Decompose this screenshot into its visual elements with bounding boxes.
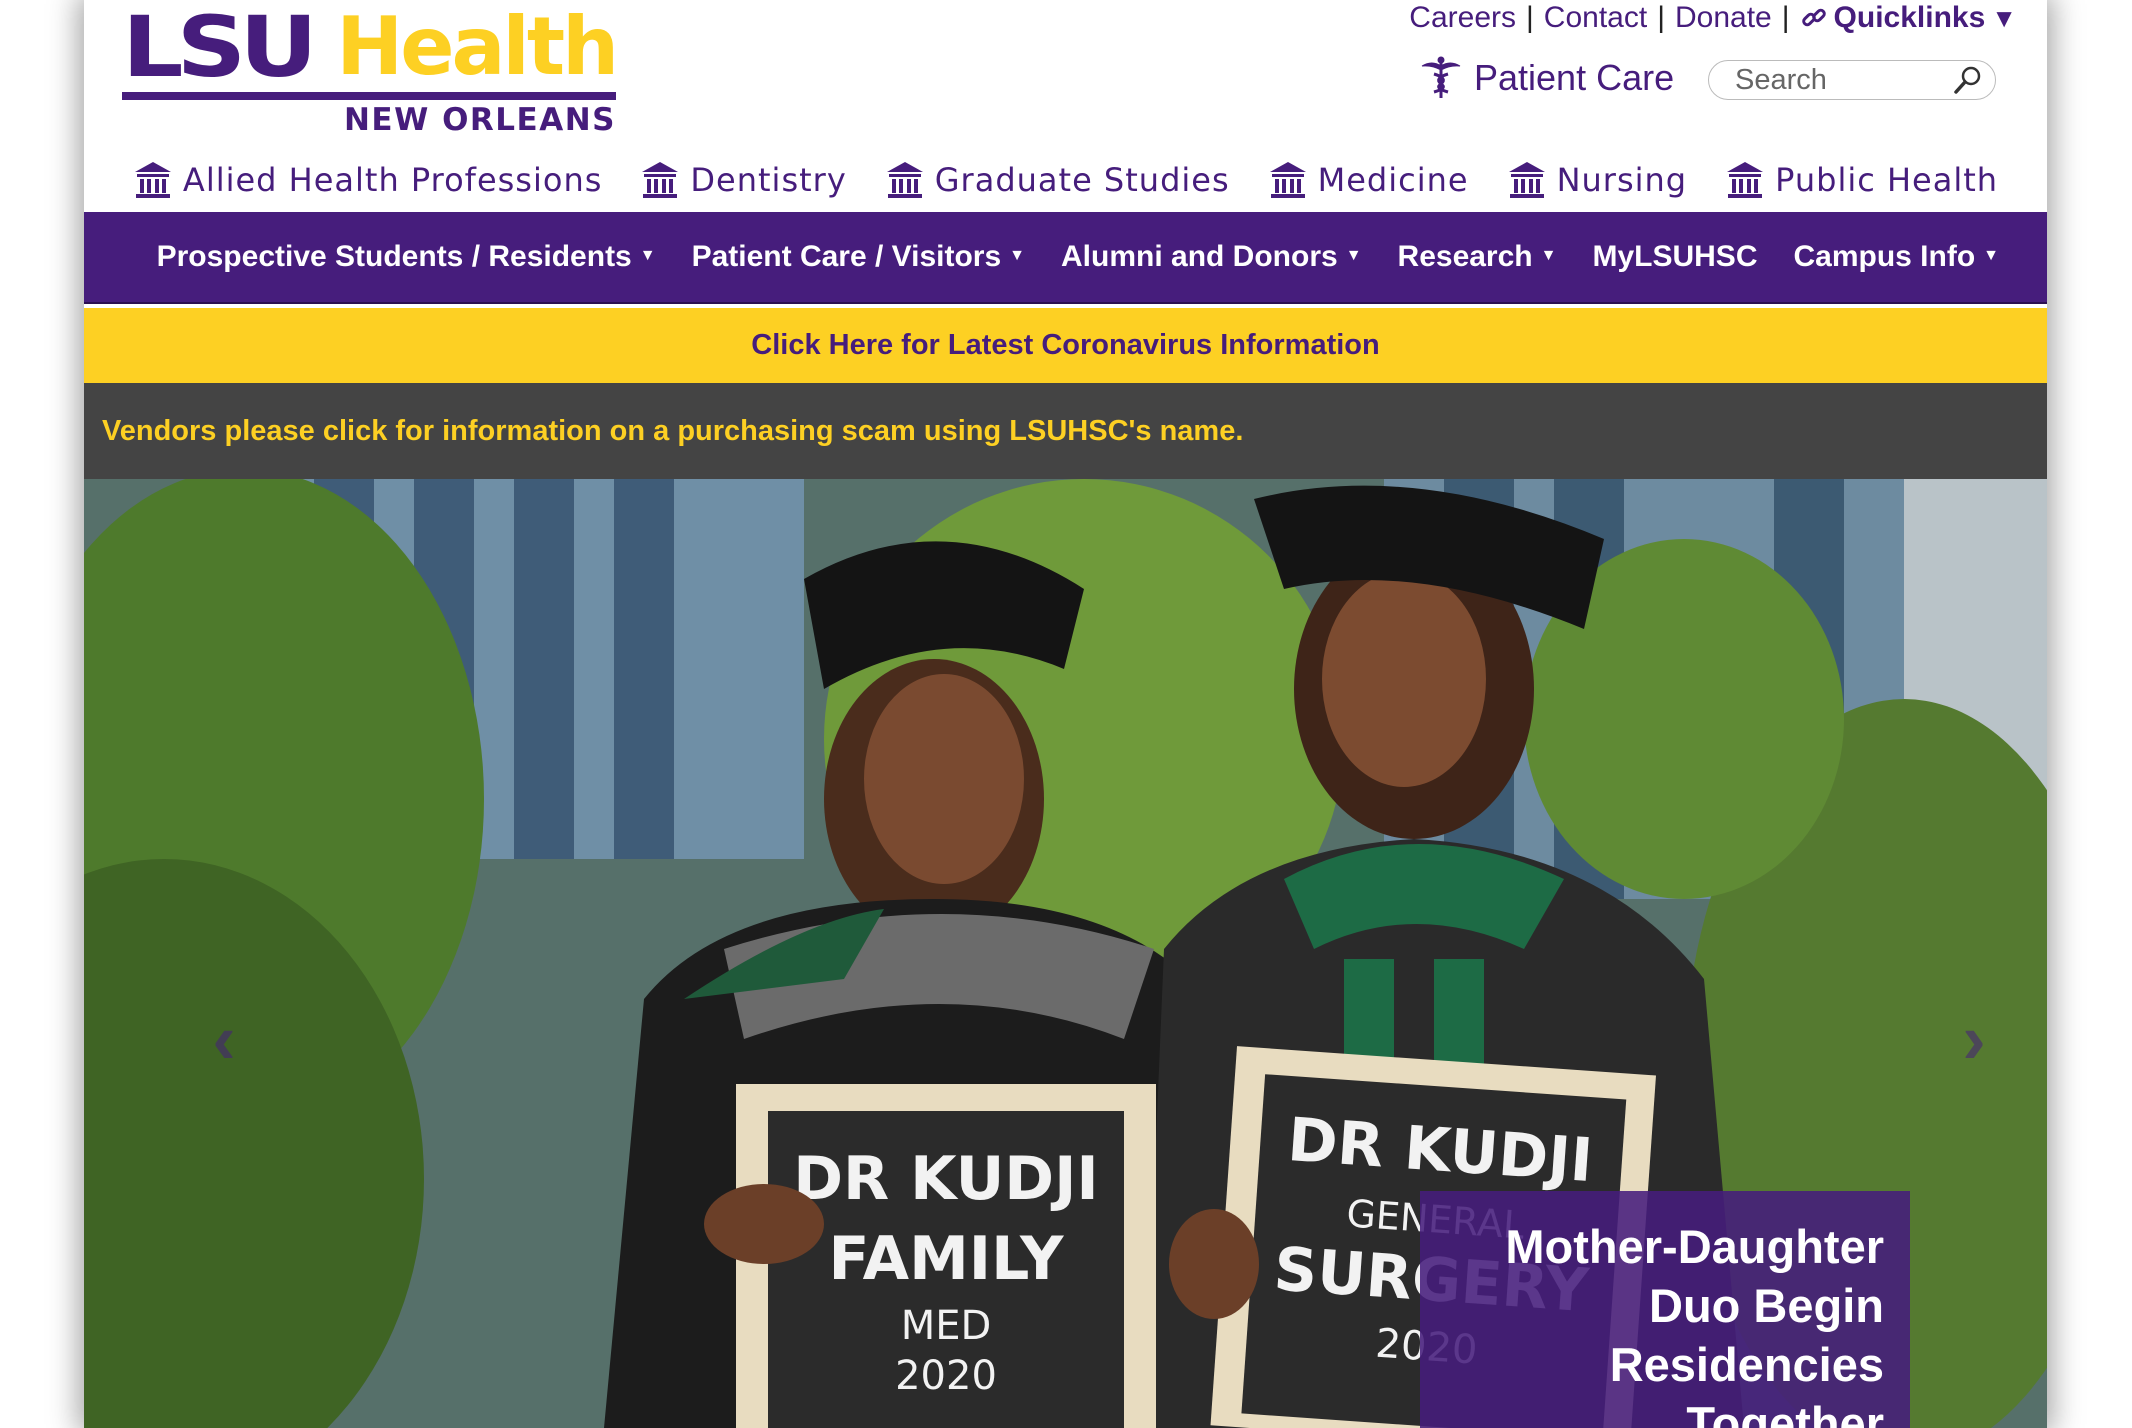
school-label: Allied Health Professions [182,161,603,199]
building-icon [1508,162,1545,198]
contact-link[interactable]: Contact [1544,1,1647,35]
carousel-next-button[interactable]: › [1944,999,2004,1079]
school-label: Dentistry [690,161,847,199]
lsu-health-logo[interactable]: LSU Health NEW ORLEANS [122,0,622,138]
hero-carousel: DR KUDJI FAMILY MED 2020 DR KUDJI GENERA… [84,479,2047,1428]
building-icon [886,162,923,198]
donate-link[interactable]: Donate [1675,1,1772,35]
caret-down-icon: ▼ [1540,247,1557,264]
sign-left-line1: DR KUDJI [793,1144,1099,1214]
sign-left-line4: 2020 [895,1353,997,1399]
separator: | [1526,1,1534,34]
vendor-scam-banner-link[interactable]: Vendors please click for information on … [84,383,2047,479]
utility-links: Careers | Contact | Donate | Quicklinks … [1409,0,2017,36]
patient-care-label: Patient Care [1474,57,1675,98]
school-label: Medicine [1317,161,1469,199]
caret-down-icon: ▼ [1009,247,1026,264]
school-nursing[interactable]: Nursing [1507,160,1688,200]
school-dentistry[interactable]: Dentistry [640,160,846,200]
link-icon [1801,8,1826,27]
nav-prospective-students[interactable]: Prospective Students / Residents ▼ [157,240,656,274]
caduceus-icon [1421,56,1461,98]
triangle-down-icon: ▼ [1991,2,2017,33]
caption-line: Mother-Daughter [1505,1220,1884,1273]
building-icon [642,162,679,198]
building-icon [134,162,171,198]
logo-city: NEW ORLEANS [343,102,616,138]
school-label: Graduate Studies [934,161,1230,199]
search-input[interactable] [1733,62,1953,98]
caption-line: Together [1686,1397,1884,1428]
nav-label: Prospective Students / Residents [156,240,632,273]
building-icon [1269,162,1306,198]
logo-health: Health [336,0,619,93]
school-label: Nursing [1556,161,1688,199]
coronavirus-banner-link[interactable]: Click Here for Latest Coronavirus Inform… [84,308,2047,383]
logo-rule [122,92,616,100]
sign-left-line2: FAMILY [829,1224,1065,1294]
logo-wordmark: LSU [122,0,318,96]
search-icon[interactable] [1953,65,1983,95]
search-box [1708,60,1996,100]
nav-research[interactable]: Research ▼ [1398,240,1557,274]
nav-alumni-donors[interactable]: Alumni and Donors ▼ [1061,240,1362,274]
school-allied-health[interactable]: Allied Health Professions [133,160,602,200]
building-icon [1727,162,1764,198]
page: LSU Health NEW ORLEANS Careers | Contact… [84,0,2047,1428]
nav-label: MyLSUHSC [1592,240,1758,273]
school-label: Public Health [1775,161,1999,199]
nav-mylsuhsc[interactable]: MyLSUHSC [1592,240,1757,274]
nav-label: Patient Care / Visitors [691,240,1002,273]
caret-down-icon: ▼ [639,247,656,264]
quicklinks-label: Quicklinks [1833,1,1986,34]
caret-down-icon: ▼ [1345,247,1362,264]
carousel-prev-button[interactable]: ‹ [194,999,254,1079]
nav-label: Research [1397,240,1533,273]
school-public-health[interactable]: Public Health [1725,160,1998,200]
separator: | [1657,1,1665,34]
sign-left-line3: MED [901,1303,992,1349]
schools-nav: Allied Health Professions Dentistry Grad… [84,150,2047,210]
caption-line: Residencies [1609,1338,1884,1391]
nav-campus-info[interactable]: Campus Info ▼ [1793,240,1999,274]
caret-down-icon: ▼ [1983,247,1999,264]
nav-label: Alumni and Donors [1061,240,1338,273]
separator: | [1781,1,1790,34]
hero-caption[interactable]: Mother-Daughter Duo Begin Residencies To… [1420,1191,1910,1428]
nav-patient-care-visitors[interactable]: Patient Care / Visitors ▼ [692,240,1025,274]
caption-line: Duo Begin [1649,1279,1884,1332]
quicklinks-menu[interactable]: Quicklinks ▼ [1800,1,2017,35]
careers-link[interactable]: Careers [1409,1,1516,35]
school-medicine[interactable]: Medicine [1268,160,1469,200]
school-graduate-studies[interactable]: Graduate Studies [885,160,1230,200]
nav-label: Campus Info [1793,240,1976,273]
main-nav: Prospective Students / Residents ▼ Patien… [84,212,2047,304]
patient-care-link[interactable]: Patient Care [1420,56,1674,100]
